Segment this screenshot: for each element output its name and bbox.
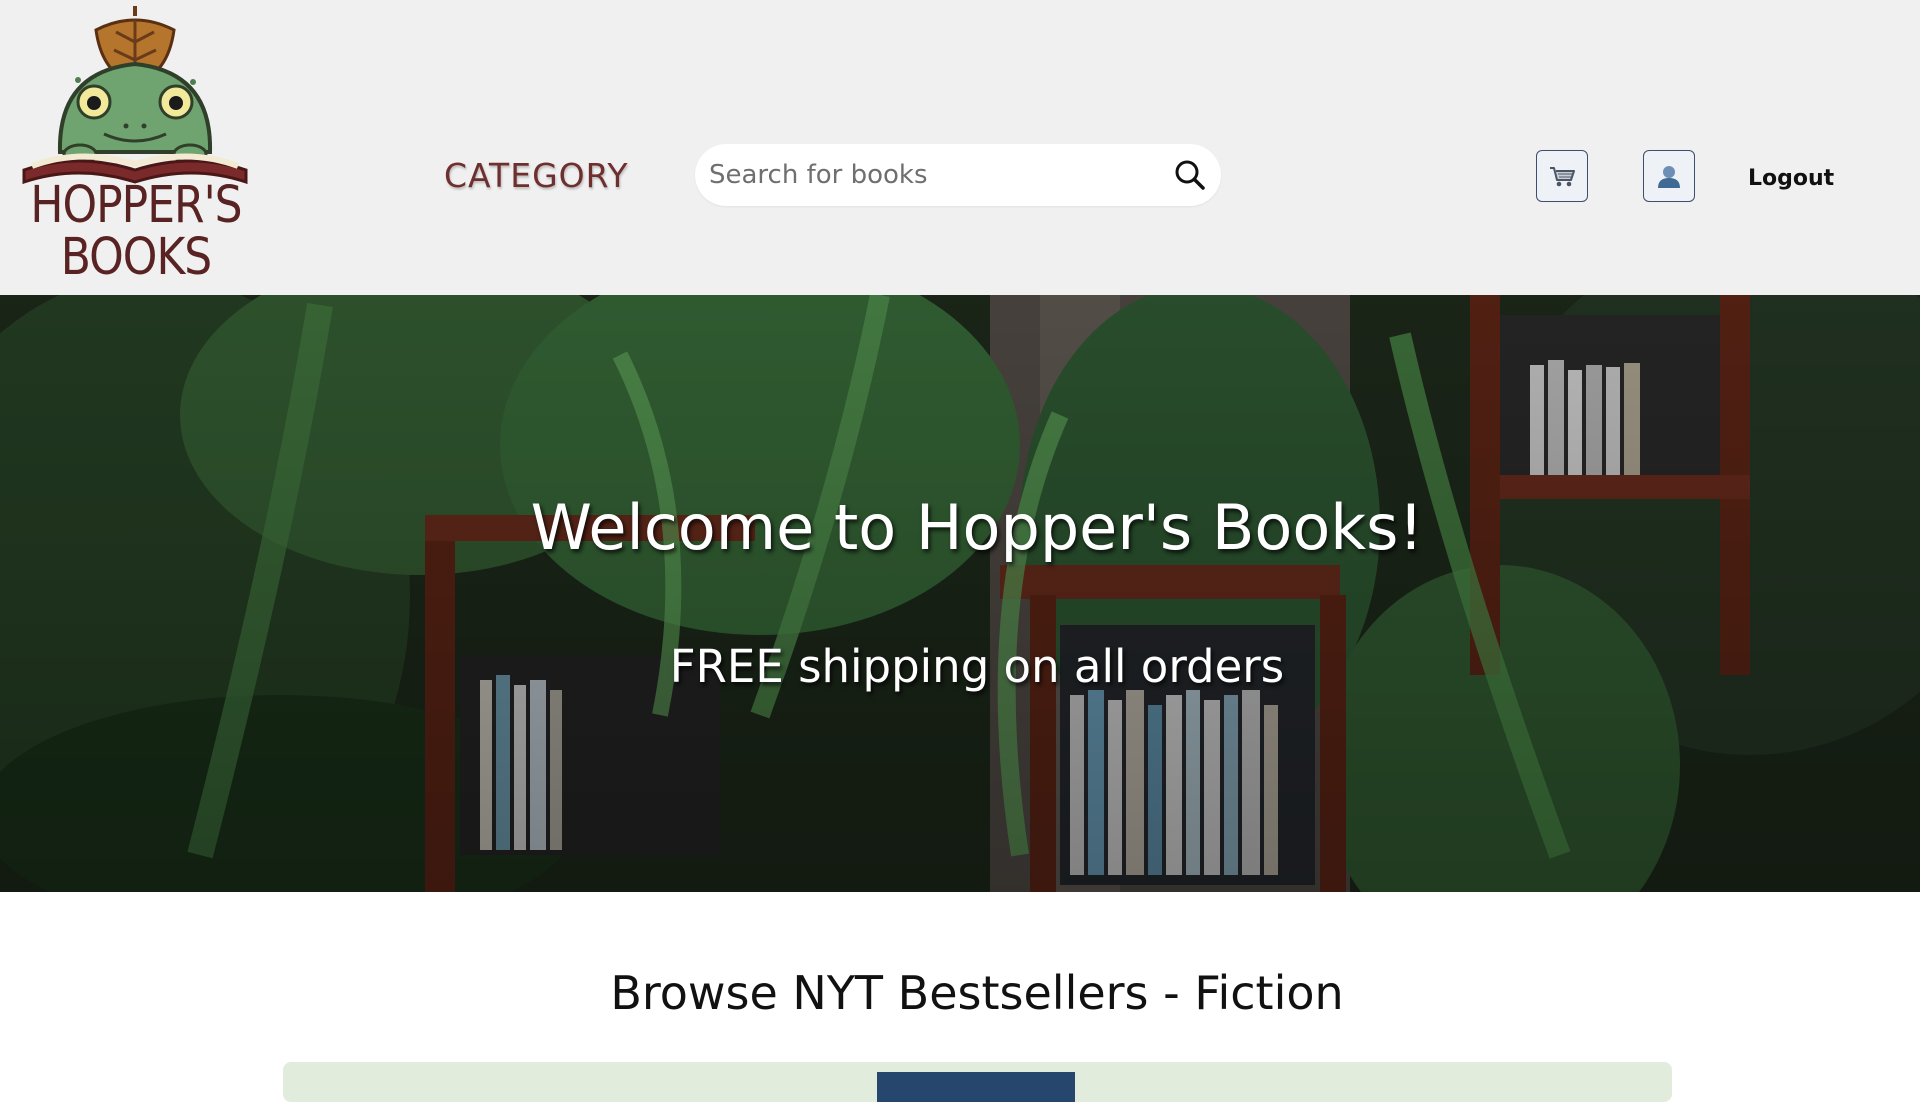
- bestsellers-section-title: Browse NYT Bestsellers - Fiction: [610, 966, 1344, 1020]
- hero-banner: Welcome to Hopper's Books! FREE shipping…: [0, 295, 1920, 892]
- hero-subtitle: FREE shipping on all orders: [669, 640, 1285, 693]
- logo-text-line1: HOPPER'S: [30, 176, 242, 235]
- cart-button[interactable]: [1536, 150, 1588, 202]
- bestsellers-carousel[interactable]: [283, 1062, 1672, 1102]
- user-icon: [1658, 166, 1680, 188]
- category-menu-link[interactable]: CATEGORY: [444, 156, 629, 195]
- cart-icon: [1550, 167, 1575, 187]
- site-header: HOPPER'S BOOKS CATEGORY Logout: [0, 0, 1920, 295]
- carousel-active-item[interactable]: [877, 1072, 1075, 1102]
- hero-title: Welcome to Hopper's Books!: [530, 491, 1424, 564]
- search-bar: [695, 144, 1221, 206]
- logo-text-line2: BOOKS: [60, 228, 212, 287]
- user-account-button[interactable]: [1643, 150, 1695, 202]
- hero-background-image: [0, 295, 1920, 892]
- search-icon[interactable]: [1173, 158, 1207, 192]
- search-input[interactable]: [707, 144, 1147, 206]
- logout-link[interactable]: Logout: [1748, 166, 1834, 191]
